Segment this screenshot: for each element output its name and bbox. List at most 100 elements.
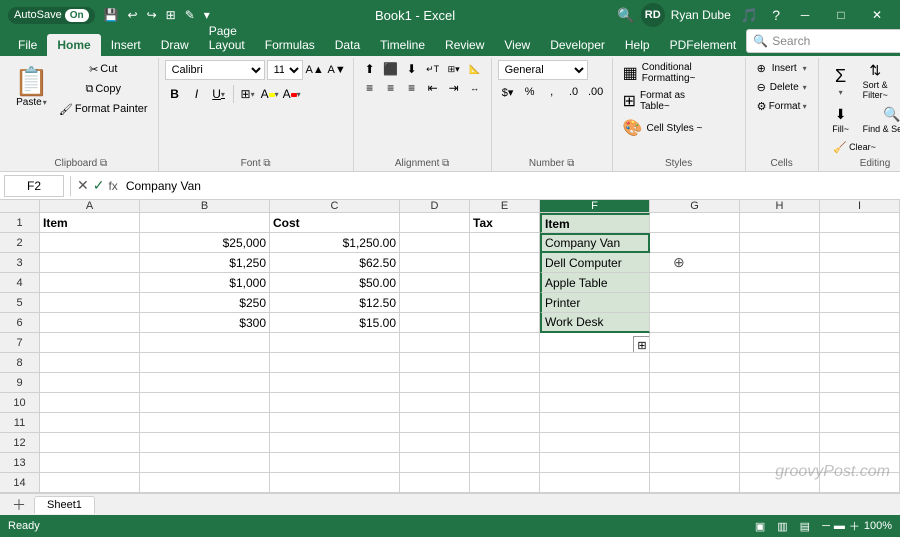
view-layout-btn[interactable]: ▥	[777, 520, 787, 533]
formula-input[interactable]	[122, 177, 896, 195]
insert-cells-btn[interactable]: ⊕ Insert ▾	[752, 60, 812, 77]
zoom-out-btn[interactable]: ─	[822, 520, 830, 532]
underline-btn[interactable]: U▾	[209, 84, 229, 104]
cell-d11[interactable]	[400, 413, 470, 433]
cell-e9[interactable]	[470, 373, 540, 393]
cell-a11[interactable]	[40, 413, 140, 433]
cell-f7[interactable]: ⊞	[540, 333, 650, 353]
cell-e12[interactable]	[470, 433, 540, 453]
cell-i3[interactable]	[820, 253, 900, 273]
cell-i7[interactable]	[820, 333, 900, 353]
minimize-btn[interactable]: ─	[790, 0, 820, 30]
tab-help[interactable]: Help	[615, 34, 660, 56]
ribbon-search-box[interactable]: 🔍 Search	[746, 29, 900, 53]
cell-c11[interactable]	[270, 413, 400, 433]
merge-btn[interactable]: ⊞▾	[444, 60, 464, 78]
tab-timeline[interactable]: Timeline	[370, 34, 435, 56]
cell-b12[interactable]	[140, 433, 270, 453]
cell-e11[interactable]	[470, 413, 540, 433]
cell-c12[interactable]	[270, 433, 400, 453]
cell-f6[interactable]: Work Desk	[540, 313, 650, 333]
cell-c10[interactable]	[270, 393, 400, 413]
sort-filter-btn[interactable]: ⇅ Sort &Filter~	[859, 60, 892, 102]
cell-b10[interactable]	[140, 393, 270, 413]
cell-g3[interactable]: ⊕	[650, 253, 740, 273]
cell-b13[interactable]	[140, 453, 270, 473]
user-avatar[interactable]: RD	[641, 3, 665, 27]
decrease-font-btn[interactable]: A▼	[327, 60, 347, 80]
border-btn[interactable]: ⊞▾	[238, 84, 258, 104]
accounting-btn[interactable]: $▾	[498, 83, 518, 101]
cell-ref-input[interactable]: F2	[4, 175, 64, 197]
cell-h9[interactable]	[740, 373, 820, 393]
cell-e8[interactable]	[470, 353, 540, 373]
format-as-table-btn[interactable]: ⊞ Format asTable~	[619, 88, 739, 114]
cell-d5[interactable]	[400, 293, 470, 313]
cell-c2[interactable]: $1,250.00	[270, 233, 400, 253]
cell-i9[interactable]	[820, 373, 900, 393]
cell-h14[interactable]	[740, 473, 820, 493]
cell-a6[interactable]	[40, 313, 140, 333]
cell-g7[interactable]	[650, 333, 740, 353]
tab-developer[interactable]: Developer	[540, 34, 615, 56]
view-pagebreak-btn[interactable]: ▤	[800, 520, 810, 533]
cell-a2[interactable]	[40, 233, 140, 253]
cell-f14[interactable]	[540, 473, 650, 493]
save-qat-btn[interactable]: 💾	[101, 6, 122, 24]
font-expand-icon[interactable]: ⧉	[263, 158, 270, 169]
cell-a8[interactable]	[40, 353, 140, 373]
ribbon-toggle-btn[interactable]: 🎵	[737, 5, 762, 26]
delete-cells-btn[interactable]: ⊖ Delete ▾	[752, 79, 812, 96]
cell-f5[interactable]: Printer	[540, 293, 650, 313]
cell-d12[interactable]	[400, 433, 470, 453]
cell-d2[interactable]	[400, 233, 470, 253]
cell-h12[interactable]	[740, 433, 820, 453]
zoom-slider[interactable]: ▬	[834, 520, 845, 532]
cell-f10[interactable]	[540, 393, 650, 413]
cell-d10[interactable]	[400, 393, 470, 413]
cell-a3[interactable]	[40, 253, 140, 273]
col-header-e[interactable]: E	[470, 200, 540, 213]
cell-a5[interactable]	[40, 293, 140, 313]
cell-c5[interactable]: $12.50	[270, 293, 400, 313]
alignment-expand-icon[interactable]: ⧉	[442, 158, 449, 169]
clipboard-expand-icon[interactable]: ⧉	[100, 158, 107, 169]
cell-e10[interactable]	[470, 393, 540, 413]
tab-home[interactable]: Home	[47, 34, 100, 56]
view-normal-btn[interactable]: ▣	[755, 520, 765, 533]
cell-b11[interactable]	[140, 413, 270, 433]
cell-g12[interactable]	[650, 433, 740, 453]
col-header-a[interactable]: A	[40, 200, 140, 213]
cell-d9[interactable]	[400, 373, 470, 393]
cell-e5[interactable]	[470, 293, 540, 313]
cell-h7[interactable]	[740, 333, 820, 353]
col-header-d[interactable]: D	[400, 200, 470, 213]
clear-btn[interactable]: 🧹 Clear~	[825, 138, 885, 156]
format-cells-btn[interactable]: ⚙ Format ▾	[752, 98, 812, 115]
cell-g1[interactable]	[650, 213, 740, 233]
cell-g14[interactable]	[650, 473, 740, 493]
cell-i11[interactable]	[820, 413, 900, 433]
cell-f13[interactable]	[540, 453, 650, 473]
cell-g13[interactable]	[650, 453, 740, 473]
cell-c3[interactable]: $62.50	[270, 253, 400, 273]
cell-c13[interactable]	[270, 453, 400, 473]
number-expand-icon[interactable]: ⧉	[567, 158, 574, 169]
paste-button[interactable]: 📋 Paste ▾	[10, 60, 53, 116]
tab-pdfelement[interactable]: PDFelement	[660, 34, 747, 56]
decrease-decimal-btn[interactable]: .0	[564, 83, 584, 101]
cell-e7[interactable]	[470, 333, 540, 353]
tab-formulas[interactable]: Formulas	[255, 34, 325, 56]
cell-styles-btn[interactable]: 🎨 Cell Styles ~	[619, 116, 739, 140]
cell-d6[interactable]	[400, 313, 470, 333]
font-color-btn[interactable]: A ▾	[282, 84, 302, 104]
cell-h11[interactable]	[740, 413, 820, 433]
cell-i6[interactable]	[820, 313, 900, 333]
align-top-btn[interactable]: ⬆	[360, 60, 380, 78]
cell-e2[interactable]	[470, 233, 540, 253]
cell-f8[interactable]	[540, 353, 650, 373]
cell-a4[interactable]	[40, 273, 140, 293]
more-qat-btn[interactable]: ⊞	[163, 6, 179, 24]
zoom-level[interactable]: 100%	[864, 520, 892, 532]
cell-f12[interactable]	[540, 433, 650, 453]
